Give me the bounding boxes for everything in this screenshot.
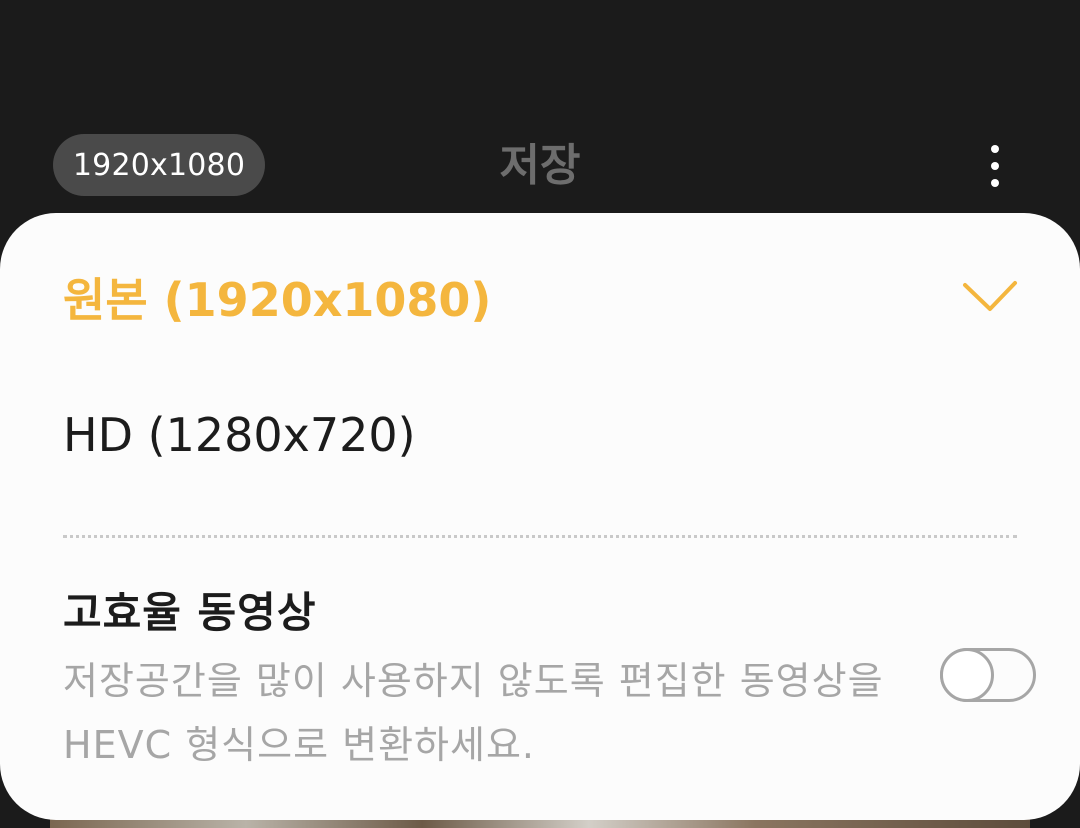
hevc-toggle[interactable] bbox=[940, 648, 1036, 702]
hevc-setting-title: 고효율 동영상 bbox=[63, 588, 317, 637]
page-title: 저장 bbox=[499, 140, 581, 191]
check-icon bbox=[963, 281, 1017, 311]
save-options-sheet: 원본 (1920x1080) HD (1280x720) 고효율 동영상 저장공… bbox=[0, 213, 1080, 820]
option-original-resolution[interactable]: 원본 (1920x1080) bbox=[63, 247, 1023, 347]
option-original-label: 원본 (1920x1080) bbox=[63, 273, 492, 327]
divider bbox=[63, 535, 1017, 538]
top-bar: 1920x1080 저장 bbox=[0, 0, 1080, 230]
option-hd-label: HD (1280x720) bbox=[63, 408, 416, 462]
more-vertical-icon[interactable] bbox=[970, 138, 1020, 194]
hevc-setting-description: 저장공간을 많이 사용하지 않도록 편집한 동영상을 HEVC 형식으로 변환하… bbox=[63, 659, 884, 767]
option-hd-resolution[interactable]: HD (1280x720) bbox=[63, 385, 1023, 485]
toggle-knob bbox=[940, 648, 994, 702]
